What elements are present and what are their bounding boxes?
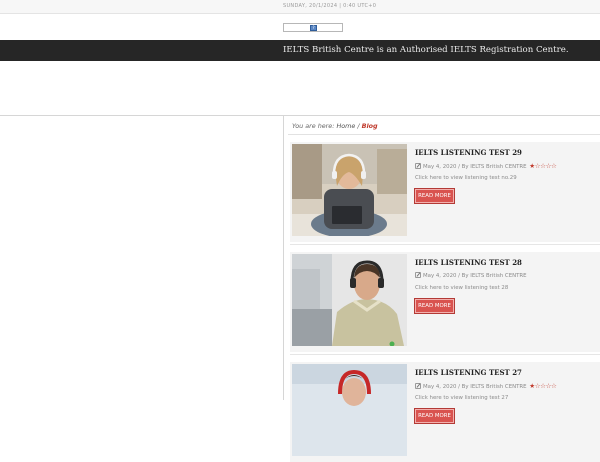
post-excerpt-link[interactable]: Click here to view listening test no.29	[415, 175, 517, 181]
top-bar: SUNDAY, 20/1/2024 | 0:40 UTC+0	[0, 0, 600, 14]
post-meta: May 4, 2020 / By IELTS British CENTRE ★☆…	[415, 382, 557, 390]
broken-image-icon: ?	[310, 25, 317, 31]
post-meta: May 4, 2020 / By IELTS British CENTRE	[415, 272, 527, 279]
post-divider	[290, 354, 600, 355]
rating-stars: ★☆☆☆☆	[529, 162, 557, 170]
date-text: SUNDAY, 20/1/2024 | 0:40 UTC+0	[283, 3, 377, 9]
blog-post: IELTS LISTENING TEST 29 May 4, 2020 / By…	[290, 142, 600, 242]
post-meta-text: May 4, 2020 / By IELTS British CENTRE	[423, 164, 527, 170]
breadcrumb: You are here: Home / Blog	[292, 122, 378, 130]
post-thumbnail[interactable]	[292, 254, 407, 346]
header-divider	[0, 115, 600, 116]
read-more-button[interactable]: READ MORE	[414, 188, 455, 204]
sidebar-divider	[283, 116, 284, 400]
post-title[interactable]: IELTS LISTENING TEST 28	[415, 258, 522, 267]
post-excerpt-link[interactable]: Click here to view listening test 28	[415, 285, 508, 291]
banner-text: IELTS British Centre is an Authorised IE…	[283, 45, 569, 55]
edit-icon	[415, 272, 421, 278]
post-meta-text: May 4, 2020 / By IELTS British CENTRE	[423, 273, 527, 279]
announcement-banner: IELTS British Centre is an Authorised IE…	[0, 40, 600, 61]
breadcrumb-current: Blog	[361, 122, 378, 130]
edit-icon	[415, 383, 421, 389]
post-thumbnail[interactable]	[292, 144, 407, 236]
read-more-button[interactable]: READ MORE	[414, 298, 455, 314]
read-more-button[interactable]: READ MORE	[414, 408, 455, 424]
post-excerpt-link[interactable]: Click here to view listening test 27	[415, 395, 508, 401]
breadcrumb-separator: /	[357, 122, 360, 130]
post-divider	[290, 244, 600, 245]
breadcrumb-divider	[288, 134, 600, 135]
edit-icon	[415, 163, 421, 169]
post-meta: May 4, 2020 / By IELTS British CENTRE ★☆…	[415, 162, 557, 170]
rating-stars: ★☆☆☆☆	[529, 382, 557, 390]
post-meta-text: May 4, 2020 / By IELTS British CENTRE	[423, 384, 527, 390]
site-logo[interactable]: ?	[283, 23, 343, 32]
breadcrumb-home-link[interactable]: Home	[336, 122, 355, 130]
post-title[interactable]: IELTS LISTENING TEST 27	[415, 368, 522, 377]
post-thumbnail[interactable]	[292, 364, 407, 456]
blog-post: IELTS LISTENING TEST 27 May 4, 2020 / By…	[290, 362, 600, 462]
breadcrumb-prefix: You are here:	[292, 122, 335, 130]
post-title[interactable]: IELTS LISTENING TEST 29	[415, 148, 522, 157]
blog-post: IELTS LISTENING TEST 28 May 4, 2020 / By…	[290, 252, 600, 352]
